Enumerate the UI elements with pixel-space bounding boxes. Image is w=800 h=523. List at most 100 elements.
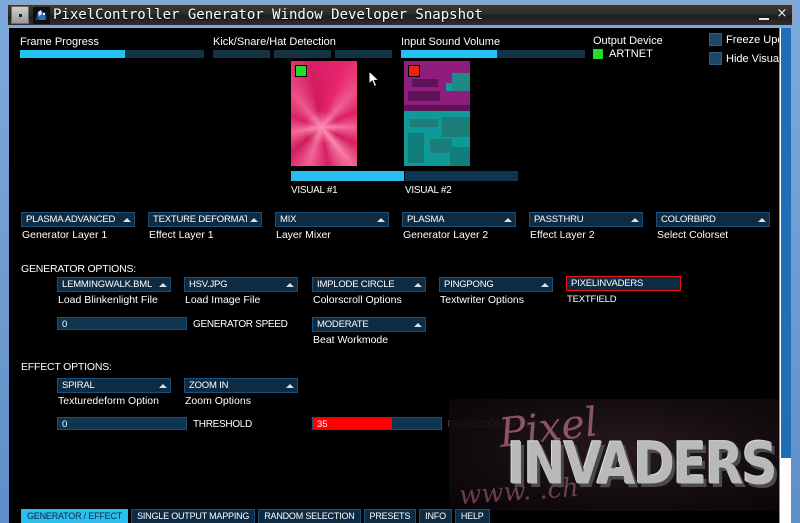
visual-2-caption: VISUAL #2 <box>405 185 452 196</box>
select-colorset-caption: Select Colorset <box>657 229 729 241</box>
chevron-up-icon <box>283 278 297 291</box>
load-image-file-dropdown[interactable]: HSV.JPG <box>184 277 298 292</box>
load-image-file-caption: Load Image File <box>185 294 261 306</box>
beat-workmode-caption: Beat Workmode <box>313 334 389 346</box>
generator-speed-label: GENERATOR SPEED <box>193 319 288 330</box>
generator-layer-2-value: PLASMA <box>407 214 445 225</box>
generator-layer-1-dropdown[interactable]: PLASMA ADVANCED <box>21 212 135 227</box>
threshold-label: THRESHOLD <box>193 419 252 430</box>
textwriter-options-dropdown[interactable]: PINGPONG <box>439 277 553 292</box>
chevron-up-icon <box>156 379 170 392</box>
close-icon[interactable]: × <box>774 7 790 23</box>
chevron-up-icon <box>247 213 261 226</box>
effect-layer-1-dropdown[interactable]: TEXTURE DEFORMATION <box>148 212 262 227</box>
freeze-update-checkbox[interactable] <box>709 33 722 46</box>
visual-1-caption: VISUAL #1 <box>291 185 338 196</box>
effect-layer-1-caption: Effect Layer 1 <box>149 229 214 241</box>
tab-single-output-mapping[interactable]: SINGLE OUTPUT MAPPING <box>131 509 256 523</box>
visual-2-badge <box>408 65 420 77</box>
select-colorset-value: COLORBIRD <box>661 214 716 225</box>
output-device-led <box>593 49 603 59</box>
tab-random-selection[interactable]: RANDOM SELECTION <box>258 509 361 523</box>
threshold-value: 0 <box>62 419 68 430</box>
generator-options-title: GENERATOR OPTIONS: <box>21 263 137 275</box>
textfield-input[interactable]: PIXELINVADERS <box>566 276 681 291</box>
output-device-value: ARTNET <box>609 48 653 60</box>
title-bar: PixelController Generator Window Develop… <box>7 4 793 26</box>
visual-1-preview[interactable] <box>291 61 357 166</box>
pixelcontroller-icon <box>33 6 50 24</box>
beat-workmode-value: MODERATE <box>317 319 369 330</box>
window-title: PixelController Generator Window Develop… <box>53 7 483 23</box>
texturedeform-option-caption: Texturedeform Option <box>58 395 159 407</box>
tab-generator-effect[interactable]: GENERATOR / EFFECT <box>21 509 129 523</box>
chevron-up-icon <box>411 318 425 331</box>
chevron-up-icon <box>156 278 170 291</box>
scroll-content: Frame Progress Kick/Snare/Hat Detection … <box>9 28 779 523</box>
load-blinkenlight-file-value: LEMMINGWALK.BML <box>62 279 153 290</box>
effect-layer-2-value: PASSTHRU <box>534 214 584 225</box>
vertical-scrollbar[interactable] <box>779 28 791 523</box>
visual-2-preview[interactable] <box>404 61 470 166</box>
snare-detection-bar <box>274 50 331 58</box>
rotozoom-speed-slider[interactable]: 35 <box>312 417 442 430</box>
chevron-up-icon <box>538 278 552 291</box>
chevron-up-icon <box>755 213 769 226</box>
visual-1-badge <box>295 65 307 77</box>
layer-mixer-value: MIX <box>280 214 297 225</box>
effect-layer-2-caption: Effect Layer 2 <box>530 229 595 241</box>
generator-speed-value: 0 <box>62 319 68 330</box>
tab-bar: GENERATOR / EFFECT SINGLE OUTPUT MAPPING… <box>9 509 490 523</box>
threshold-slider[interactable]: 0 <box>57 417 187 430</box>
minimize-icon[interactable] <box>756 7 772 23</box>
generator-speed-slider[interactable]: 0 <box>57 317 187 330</box>
watermark-url: www. .ch <box>458 472 580 511</box>
application-window: PixelController Generator Window Develop… <box>0 0 800 523</box>
textwriter-options-caption: Textwriter Options <box>440 294 525 306</box>
input-sound-volume-label: Input Sound Volume <box>401 36 501 48</box>
effect-layer-2-dropdown[interactable]: PASSTHRU <box>529 212 643 227</box>
colorscroll-options-dropdown[interactable]: IMPLODE CIRCLE <box>312 277 426 292</box>
tab-info[interactable]: INFO <box>419 509 452 523</box>
chevron-up-icon <box>628 213 642 226</box>
mouse-cursor <box>368 69 381 89</box>
texturedeform-option-value: SPIRAL <box>62 380 95 391</box>
system-menu-dot <box>18 13 22 17</box>
tab-presets[interactable]: PRESETS <box>363 509 417 523</box>
textwriter-options-value: PINGPONG <box>444 279 494 290</box>
chevron-up-icon <box>501 213 515 226</box>
hide-visuals-checkbox[interactable] <box>709 52 722 65</box>
beat-workmode-dropdown[interactable]: MODERATE <box>312 317 426 332</box>
effect-options-title: EFFECT OPTIONS: <box>21 361 112 373</box>
load-blinkenlight-file-caption: Load Blinkenlight File <box>58 294 158 306</box>
zoom-options-value: ZOOM IN <box>189 380 229 391</box>
freeze-update-label: Freeze Update <box>726 34 779 46</box>
watermark-background <box>449 399 779 511</box>
kick-snare-hat-label: Kick/Snare/Hat Detection <box>213 36 336 48</box>
watermark-title: INVADERS <box>507 430 778 498</box>
select-colorset-dropdown[interactable]: COLORBIRD <box>656 212 770 227</box>
visual-2-level-bar[interactable] <box>405 171 518 181</box>
generator-layer-1-caption: Generator Layer 1 <box>22 229 108 241</box>
scrollbar-thumb[interactable] <box>781 28 791 458</box>
visual-1-level-bar[interactable] <box>291 171 404 181</box>
tab-help[interactable]: HELP <box>454 509 490 523</box>
pixelinvaders-watermark: www. .ch Pixel INVADERS <box>449 399 779 511</box>
colorscroll-options-caption: Colorscroll Options <box>313 294 402 306</box>
load-blinkenlight-file-dropdown[interactable]: LEMMINGWALK.BML <box>57 277 171 292</box>
rotozoom-speed-value: 35 <box>317 419 328 430</box>
zoom-options-dropdown[interactable]: ZOOM IN <box>184 378 298 393</box>
layer-mixer-dropdown[interactable]: MIX <box>275 212 389 227</box>
effect-layer-1-value: TEXTURE DEFORMATION <box>153 214 247 225</box>
frame-progress-bar <box>20 50 204 58</box>
generator-layer-2-dropdown[interactable]: PLASMA <box>402 212 516 227</box>
chevron-up-icon <box>283 379 297 392</box>
chevron-up-icon <box>374 213 388 226</box>
generator-layer-1-value: PLASMA ADVANCED <box>26 214 116 225</box>
texturedeform-option-dropdown[interactable]: SPIRAL <box>57 378 171 393</box>
colorscroll-options-value: IMPLODE CIRCLE <box>317 279 395 290</box>
textfield-caption: TEXTFIELD <box>567 294 617 305</box>
system-menu-button[interactable] <box>11 6 29 24</box>
input-sound-volume-bar <box>401 50 585 58</box>
rotozoom-speed-label: ROTOZOOM SPEED <box>448 419 540 430</box>
